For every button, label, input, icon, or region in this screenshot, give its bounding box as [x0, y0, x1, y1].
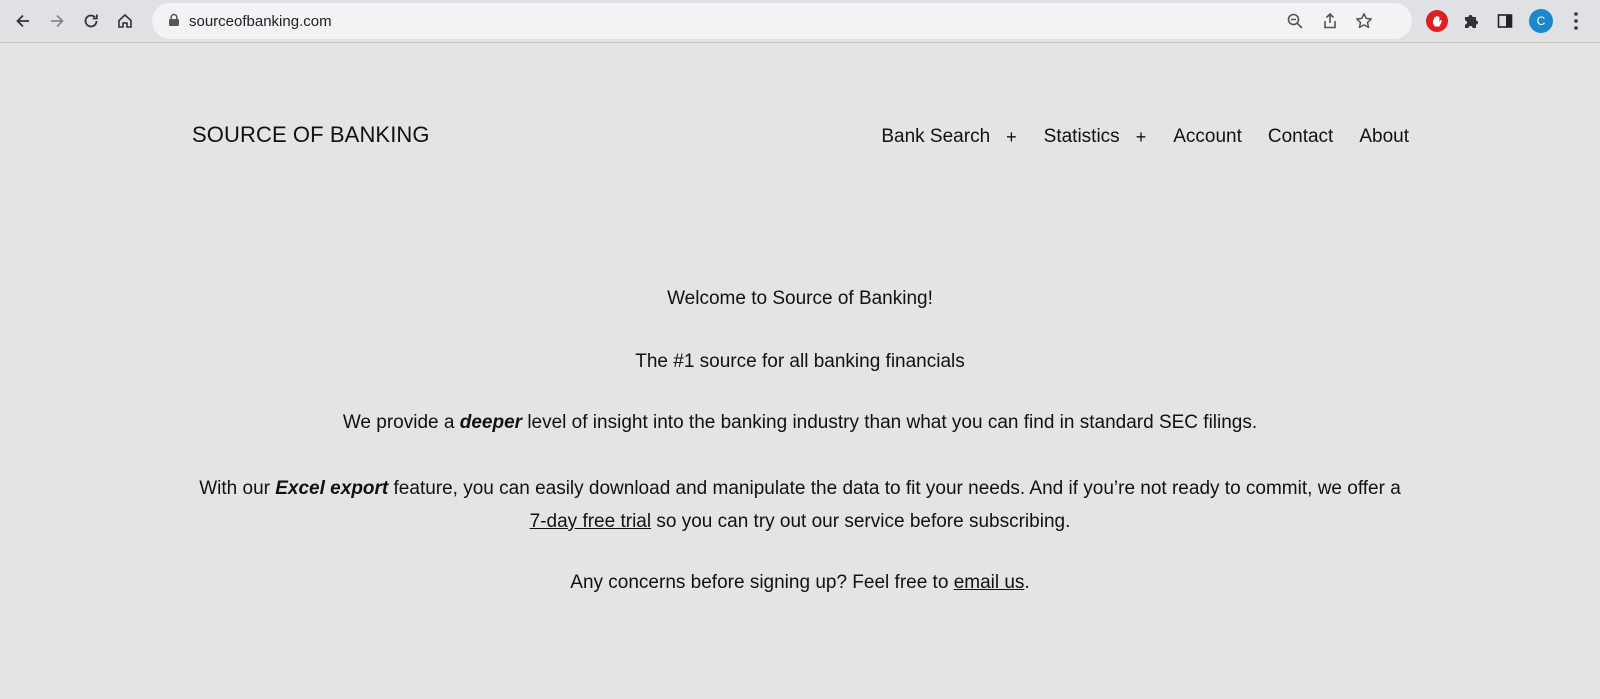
excel-text-middle: feature, you can easily download and man…	[388, 478, 1401, 499]
welcome-text: Welcome to Source of Banking!	[667, 288, 933, 309]
deeper-emphasis: deeper	[459, 412, 523, 433]
home-button[interactable]	[112, 8, 138, 34]
bookmark-star-icon[interactable]	[1355, 12, 1373, 30]
share-icon[interactable]	[1321, 12, 1339, 30]
back-button[interactable]	[10, 8, 36, 34]
statistics-expand-icon[interactable]: +	[1136, 127, 1147, 148]
puzzle-icon	[1465, 15, 1478, 28]
insight-text-end: level of insight into the banking indust…	[522, 412, 1258, 433]
nav-bank-search[interactable]: Bank Search	[881, 126, 990, 148]
site-logo-title[interactable]: SOURCE OF BANKING	[192, 122, 430, 148]
excel-export-emphasis: Excel export	[275, 478, 389, 499]
free-trial-link[interactable]: 7-day free trial	[530, 511, 651, 532]
forward-button[interactable]	[44, 8, 70, 34]
hand-icon	[1433, 15, 1442, 26]
forward-arrow-icon	[51, 14, 64, 28]
contact-text-start: Any concerns before signing up? Feel fre…	[570, 572, 954, 593]
nav-account[interactable]: Account	[1173, 126, 1242, 148]
address-bar[interactable]: sourceofbanking.com	[152, 3, 1412, 39]
excel-text-start: With our	[199, 478, 276, 499]
back-arrow-icon	[16, 14, 29, 28]
tagline-text: The #1 source for all banking financials	[635, 351, 965, 372]
avatar-letter: C	[1536, 14, 1546, 28]
nav-statistics[interactable]: Statistics	[1044, 126, 1120, 148]
extensions-puzzle-icon[interactable]	[1460, 10, 1482, 32]
home-icon	[118, 13, 132, 28]
panel-icon	[1497, 14, 1513, 28]
nav-about[interactable]: About	[1359, 126, 1409, 148]
contact-paragraph: Any concerns before signing up? Feel fre…	[160, 566, 1440, 599]
reload-icon	[84, 14, 98, 28]
insight-text-start: We provide a	[342, 412, 460, 433]
bank-search-expand-icon[interactable]: +	[1006, 127, 1017, 148]
side-panel-icon[interactable]	[1494, 10, 1516, 32]
nav-contact[interactable]: Contact	[1268, 126, 1333, 148]
reload-button[interactable]	[78, 8, 104, 34]
browser-toolbar: sourceofbanking.com C	[0, 0, 1600, 43]
excel-export-paragraph: With our Excel export feature, you can e…	[192, 472, 1408, 538]
insight-paragraph: We provide a deeper level of insight int…	[160, 406, 1440, 439]
more-menu-icon[interactable]	[1568, 10, 1584, 32]
excel-text-end: so you can try out our service before su…	[651, 511, 1071, 532]
profile-avatar[interactable]: C	[1529, 9, 1553, 33]
main-nav: Bank Search + Statistics + Account Conta…	[881, 126, 1409, 148]
stop-hand-extension-icon[interactable]	[1426, 10, 1448, 32]
lock-icon	[169, 13, 179, 26]
email-us-link[interactable]: email us	[954, 572, 1025, 593]
zoom-icon[interactable]	[1286, 12, 1304, 30]
contact-text-end: .	[1024, 572, 1030, 593]
url-text: sourceofbanking.com	[189, 13, 332, 30]
